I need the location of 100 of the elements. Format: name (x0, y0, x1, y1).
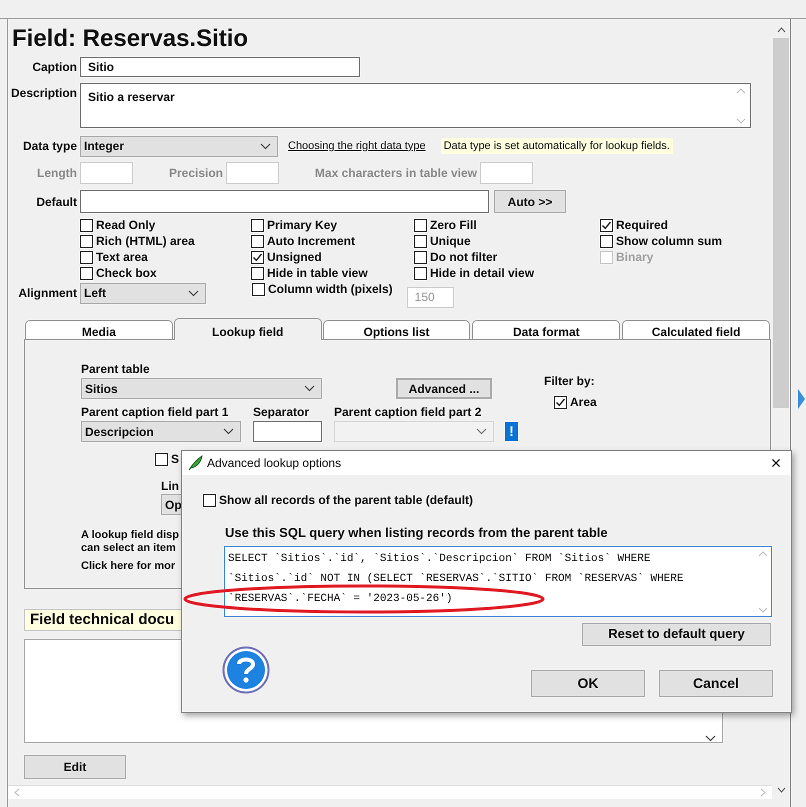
tab[interactable]: Media (25, 320, 173, 340)
expand-arrow-icon[interactable] (797, 388, 806, 410)
tab[interactable]: Lookup field (174, 318, 322, 340)
checkbox[interactable] (251, 266, 264, 280)
scrollbar-arrows-icon (736, 87, 746, 125)
chevron-down-icon (705, 735, 716, 742)
checkbox-label: Auto Increment (267, 233, 356, 250)
checkbox-label: Show all records of the parent table (default) (219, 492, 474, 509)
field-label: Separator (253, 405, 310, 419)
checkbox-label: Hide in table view (267, 265, 368, 282)
close-button[interactable]: × (761, 452, 791, 474)
field-label: Parent table (81, 362, 150, 376)
help-link[interactable]: Choosing the right data type (288, 138, 426, 154)
checkbox[interactable] (414, 250, 427, 264)
checkbox-label: Primary Key (267, 217, 338, 234)
info-note: Data type is set automatically for lookup fields. (440, 138, 673, 154)
number-field[interactable] (80, 162, 133, 184)
scroll-up-icon (776, 27, 786, 33)
alignment-dropdown[interactable]: Left (80, 282, 206, 304)
checkbox[interactable] (251, 234, 264, 248)
dialog-title: Advanced lookup options (207, 455, 342, 472)
checkbox[interactable] (600, 234, 613, 248)
dialog-button[interactable]: OK (531, 670, 645, 696)
warning-button[interactable]: ! (505, 422, 518, 441)
caption-field[interactable]: Sitio (80, 57, 360, 77)
checkbox[interactable] (80, 218, 93, 232)
description-field[interactable]: Sitio a reservar (80, 83, 751, 128)
checkbox-label: Area (570, 394, 597, 411)
advanced-button[interactable]: Advanced ... (396, 378, 492, 399)
query-label: Use this SQL query when listing records from the parent table (225, 524, 608, 542)
default-field[interactable] (80, 190, 489, 213)
more-link[interactable]: Click here for mor (81, 560, 176, 573)
auto-button[interactable]: Auto >> (494, 190, 566, 213)
field-label: Precision (168, 165, 223, 182)
checkbox-label: S (171, 451, 180, 468)
checkbox[interactable] (600, 218, 613, 232)
data-type-dropdown[interactable]: Integer (80, 136, 278, 156)
field-label: Lin (161, 479, 179, 493)
chevron-down-icon (188, 290, 199, 296)
feather-icon (187, 455, 203, 471)
checkbox[interactable] (251, 250, 264, 264)
checkbox[interactable] (414, 218, 427, 232)
checkbox-label: Unique (430, 233, 471, 250)
checkbox-label: Required (616, 217, 668, 234)
sql-query-field[interactable]: SELECT `Sitios`.`id`, `Sitios`.`Descripcion` FROM `Sitios` WHERE `Sitios`.`id` NOT IN (SELECT `RESERVAS`.`SITIO` FROM `RESERVAS` WHERE `RESERVAS`.`FECHA` = '2023-05-26') (224, 546, 772, 616)
chevron-down-icon (223, 428, 234, 435)
checkbox[interactable] (414, 234, 427, 248)
parent-table-dropdown[interactable]: Sitios (81, 378, 322, 399)
field-label: Parent caption field part 2 (334, 405, 482, 419)
checkbox-label: Check box (96, 265, 157, 282)
number-field[interactable] (226, 162, 279, 184)
checkbox[interactable] (414, 266, 427, 280)
scroll-right-icon (760, 788, 766, 798)
scroll-left-icon (14, 788, 20, 798)
checkbox-label: Show column sum (616, 233, 722, 250)
checkbox-label: Unsigned (267, 249, 322, 266)
field-label: Parent caption field part 1 (81, 405, 228, 419)
help-icon[interactable] (222, 646, 270, 694)
checkbox-label: Rich (HTML) area (96, 233, 195, 250)
field-label: Description (11, 85, 77, 102)
checkbox[interactable] (554, 396, 567, 408)
field-label: Data type (22, 138, 77, 155)
field-label: Length (36, 165, 77, 182)
tab[interactable]: Calculated field (622, 320, 770, 340)
checkbox-label: Hide in detail view (430, 265, 534, 282)
scrollbar-arrows-icon (758, 550, 768, 614)
chevron-down-icon (476, 428, 487, 435)
separator-field[interactable] (253, 421, 322, 442)
reset-query-button[interactable]: Reset to default query (582, 622, 771, 646)
checkbox-label: Binary (616, 249, 654, 266)
chevron-down-icon (304, 385, 315, 392)
field-label: Max characters in table view (314, 165, 477, 182)
help-text: can select an item (81, 542, 176, 555)
tab[interactable]: Options list (322, 320, 470, 340)
caption-part-dropdown[interactable]: Descripcion (81, 421, 241, 442)
checkbox-label: Column width (pixels) (268, 281, 393, 298)
checkbox-label: Read Only (96, 217, 156, 234)
checkbox[interactable] (80, 250, 93, 264)
checkbox-label: Text area (96, 249, 148, 266)
scrollbar-thumb[interactable] (773, 38, 789, 408)
checkbox-label: Zero Fill (430, 217, 477, 234)
checkbox-label: Do not filter (430, 249, 498, 266)
dialog-button[interactable]: Cancel (659, 670, 773, 696)
checkbox[interactable] (80, 234, 93, 248)
checkbox[interactable] (203, 494, 216, 506)
number-field[interactable] (480, 162, 533, 184)
tab[interactable]: Data format (472, 320, 620, 340)
field-label: Filter by: (544, 373, 595, 390)
field-label: Default (35, 194, 77, 210)
edit-button[interactable]: Edit (24, 755, 126, 779)
scroll-down-icon (776, 787, 786, 793)
chevron-down-icon (260, 142, 271, 150)
form-title: Field: Reservas.Sitio (11, 25, 250, 53)
field-label: Caption (31, 59, 77, 76)
help-text: A lookup field disp (81, 529, 179, 542)
horizontal-scrollbar[interactable] (8, 785, 772, 800)
checkbox[interactable] (251, 218, 264, 232)
checkbox[interactable] (155, 452, 168, 466)
field-label: Alignment (17, 285, 77, 302)
checkbox[interactable] (80, 266, 93, 280)
